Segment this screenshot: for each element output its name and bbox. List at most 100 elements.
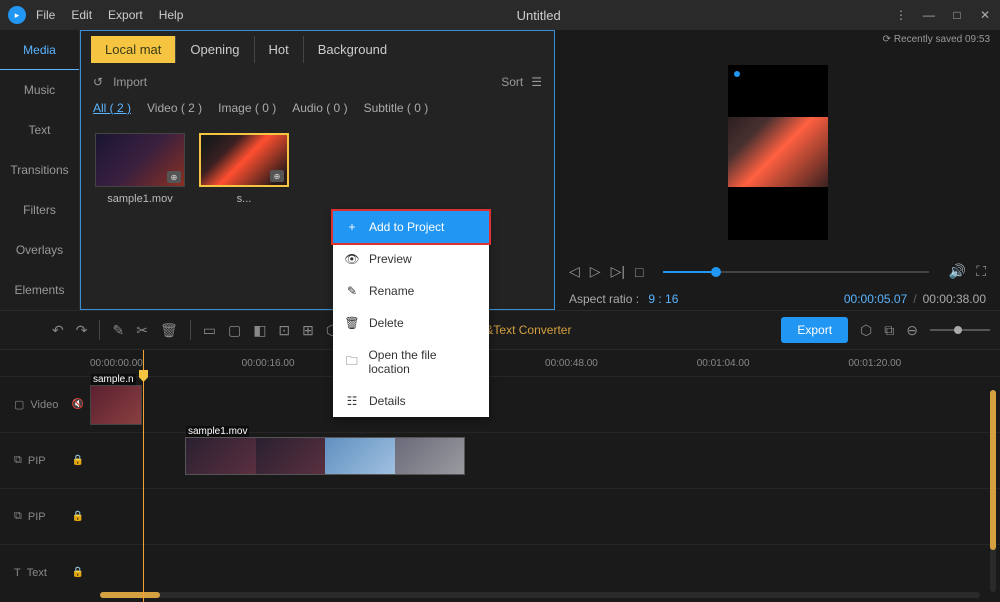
tab-local-mat[interactable]: Local mat — [91, 36, 176, 63]
ctx-open-location[interactable]: 🗀Open the file location — [333, 339, 489, 385]
titlebar: ▸ File Edit Export Help Untitled ⋮ — □ ✕ — [0, 0, 1000, 30]
zoom-slider[interactable] — [930, 329, 990, 331]
stop-button[interactable]: □ — [635, 264, 643, 280]
trash-icon: 🗑 — [345, 316, 359, 330]
scrollbar-vertical[interactable] — [990, 390, 996, 592]
filter-video[interactable]: Video ( 2 ) — [147, 101, 202, 115]
crop-button[interactable]: ⊡ — [278, 322, 290, 339]
redo-button[interactable]: ↷ — [76, 322, 88, 339]
mute-icon[interactable]: 🔇 — [72, 399, 84, 410]
sidebar-tab-text[interactable]: Text — [0, 110, 79, 150]
filter-all[interactable]: All ( 2 ) — [93, 101, 131, 115]
ctx-preview[interactable]: 👁Preview — [333, 243, 489, 275]
close-button[interactable]: ✕ — [978, 8, 992, 22]
pip-track-icon: ⧉ — [14, 454, 22, 467]
filter-image[interactable]: Image ( 0 ) — [218, 101, 276, 115]
total-time: 00:00:38.00 — [923, 292, 986, 306]
lock-icon[interactable]: 🔒 — [72, 567, 84, 578]
ctx-add-to-project[interactable]: +Add to Project — [333, 211, 489, 243]
window-title: Untitled — [183, 8, 894, 23]
timeline: 00:00:00.00 00:00:16.00 00:00:32.00 00:0… — [0, 350, 1000, 602]
scrollbar-horizontal[interactable] — [100, 592, 980, 598]
main-menu: File Edit Export Help — [36, 8, 183, 22]
thumb-label: sample1.mov — [95, 193, 185, 205]
track-pip[interactable]: ⧉PIP🔒 — [0, 488, 1000, 544]
filter-audio[interactable]: Audio ( 0 ) — [292, 101, 347, 115]
ctx-rename[interactable]: ✎Rename — [333, 275, 489, 307]
sidebar-tab-media[interactable]: Media — [0, 30, 79, 70]
tab-background[interactable]: Background — [304, 36, 401, 63]
tool-icon[interactable]: ▭ — [203, 322, 216, 339]
thumb-label: s... — [199, 193, 289, 205]
add-to-timeline-icon[interactable]: ⊕ — [167, 171, 181, 183]
app-logo: ▸ — [8, 6, 26, 24]
cut-button[interactable]: ✂ — [136, 322, 148, 339]
aspect-ratio-value[interactable]: 9 : 16 — [648, 292, 678, 306]
tab-opening[interactable]: Opening — [176, 36, 254, 63]
timeline-toolbar: ↶ ↷ ✎ ✂ 🗑 ▭ ▢ ◧ ⊡ ⊞ ⬡ ⏱ 🎤 ▦ Speech&Text … — [0, 310, 1000, 350]
context-menu: +Add to Project 👁Preview ✎Rename 🗑Delete… — [333, 211, 489, 417]
media-panel: Local mat Opening Hot Background ↺ Impor… — [80, 30, 555, 310]
sidebar-tab-overlays[interactable]: Overlays — [0, 230, 79, 270]
import-button[interactable]: Import — [113, 75, 147, 89]
preview-panel: ⟳ Recently saved 09:53 ◁ ▷ ▷| □ 🔊 ⛶ Aspe… — [555, 30, 1000, 310]
edit-icon[interactable]: ✎ — [112, 322, 124, 339]
refresh-icon[interactable]: ↺ — [93, 75, 103, 89]
track-video[interactable]: ▢Video🔇 sample.n — [0, 376, 1000, 432]
tool-icon[interactable]: ◧ — [253, 322, 266, 339]
trash-button[interactable]: 🗑 — [160, 322, 178, 339]
save-status: ⟳ Recently saved 09:53 — [555, 30, 1000, 49]
tool-icon[interactable]: ▢ — [228, 322, 241, 339]
sidebar-tab-elements[interactable]: Elements — [0, 270, 79, 310]
sidebar-tab-transitions[interactable]: Transitions — [0, 150, 79, 190]
folder-icon: 🗀 — [345, 352, 358, 373]
menu-export[interactable]: Export — [108, 8, 143, 22]
undo-button[interactable]: ↶ — [52, 322, 64, 339]
zoom-out-button[interactable]: ⊖ — [906, 322, 918, 339]
maximize-button[interactable]: □ — [950, 8, 964, 22]
eye-icon: 👁 — [345, 252, 359, 266]
ctx-details[interactable]: ☷Details — [333, 385, 489, 417]
playhead[interactable] — [143, 350, 144, 602]
track-pip[interactable]: ⧉PIP🔒 sample1.mov — [0, 432, 1000, 488]
menu-edit[interactable]: Edit — [71, 8, 92, 22]
sidebar-tab-filters[interactable]: Filters — [0, 190, 79, 230]
prev-frame-button[interactable]: ◁ — [569, 263, 580, 280]
volume-icon[interactable]: 🔊 — [949, 263, 966, 280]
left-sidebar: Media Music Text Transitions Filters Ove… — [0, 30, 80, 310]
media-thumb[interactable]: ⊕ s... — [199, 133, 289, 205]
menu-file[interactable]: File — [36, 8, 55, 22]
sidebar-tab-music[interactable]: Music — [0, 70, 79, 110]
minimize-button[interactable]: — — [922, 8, 936, 22]
timeline-clip[interactable]: sample.n — [90, 385, 142, 425]
menu-help[interactable]: Help — [159, 8, 184, 22]
filter-subtitle[interactable]: Subtitle ( 0 ) — [364, 101, 429, 115]
preview-video[interactable] — [728, 65, 828, 240]
next-frame-button[interactable]: ▷| — [611, 263, 625, 280]
lock-icon[interactable]: 🔒 — [72, 455, 84, 466]
timeline-ruler[interactable]: 00:00:00.00 00:00:16.00 00:00:32.00 00:0… — [0, 350, 1000, 376]
lock-icon[interactable]: 🔒 — [72, 511, 84, 522]
seek-bar[interactable] — [663, 271, 928, 273]
export-button[interactable]: Export — [781, 317, 848, 343]
add-to-timeline-icon[interactable]: ⊕ — [270, 170, 284, 182]
play-button[interactable]: ▷ — [590, 263, 601, 280]
text-track-icon: T — [14, 567, 21, 579]
shield-icon[interactable]: ⬡ — [860, 322, 872, 339]
pencil-icon: ✎ — [345, 284, 359, 298]
media-thumb[interactable]: ⊕ sample1.mov — [95, 133, 185, 205]
ctx-delete[interactable]: 🗑Delete — [333, 307, 489, 339]
video-track-icon: ▢ — [14, 398, 24, 411]
plus-icon: + — [345, 220, 359, 234]
tool-icon[interactable]: ⊞ — [302, 322, 314, 339]
settings-icon[interactable]: ⋮ — [894, 8, 908, 22]
link-icon[interactable]: ⧉ — [884, 322, 894, 339]
timeline-clip[interactable]: sample1.mov — [185, 437, 465, 475]
tab-hot[interactable]: Hot — [255, 36, 304, 63]
fullscreen-icon[interactable]: ⛶ — [976, 263, 986, 280]
list-view-icon[interactable]: ☰ — [531, 75, 542, 89]
record-indicator-icon — [734, 71, 740, 77]
pip-track-icon: ⧉ — [14, 510, 22, 523]
sort-button[interactable]: Sort — [501, 75, 523, 89]
current-time: 00:00:05.07 — [844, 292, 907, 306]
